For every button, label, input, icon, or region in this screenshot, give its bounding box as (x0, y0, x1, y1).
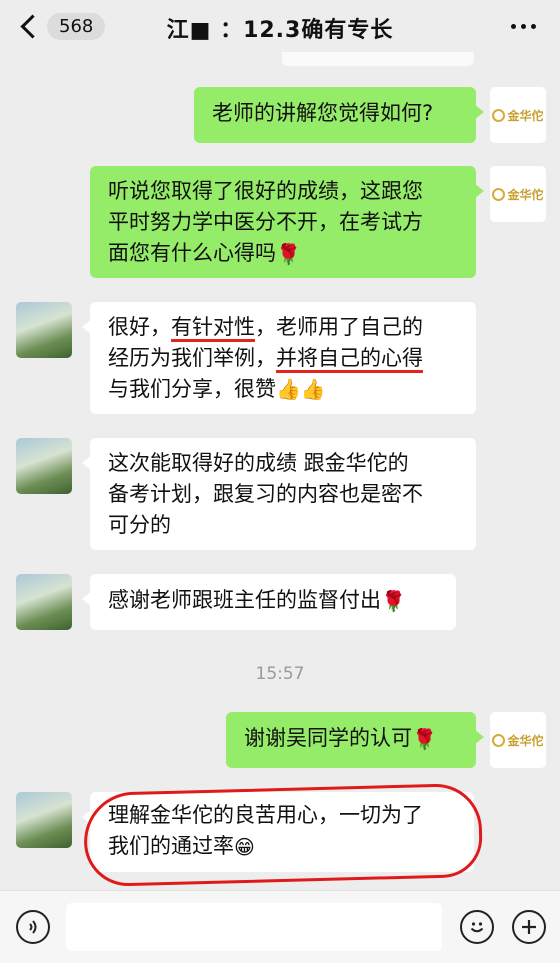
message-line: 听说您取得了很好的成绩，这跟您 (108, 179, 423, 203)
message-line: 与我们分享，很赞 (108, 377, 276, 401)
message-line: 我们的通过率 (108, 834, 234, 858)
teacher-avatar[interactable]: 金华佗 (490, 712, 546, 768)
brand-logo: 金华佗 (492, 107, 544, 124)
message-bubble[interactable]: 谢谢吴同学的认可🌹 (226, 712, 484, 768)
thumbs-up-icon: 👍 (300, 377, 326, 401)
rose-icon: 🌹 (381, 588, 406, 613)
message-text: 感谢老师跟班主任的监督付出 (108, 588, 381, 612)
message-line: 可分的 (108, 513, 171, 537)
previous-message-edge (282, 52, 474, 66)
timestamp: 15:57 (255, 664, 305, 684)
message-bubble[interactable]: 老师的讲解您觉得如何? (194, 87, 484, 143)
message-line: 经历为我们举例，并将自己的心得 (108, 343, 458, 374)
student-avatar[interactable] (16, 438, 72, 494)
underline-annotation: 有针对性 (171, 315, 255, 342)
plus-icon[interactable] (512, 910, 546, 944)
teacher-avatar[interactable]: 金华佗 (490, 166, 546, 222)
more-options-icon[interactable] (511, 24, 536, 29)
chat-title: 江■ ：12.3确有专长 (166, 18, 394, 43)
voice-icon[interactable] (16, 910, 50, 944)
message-line: 理解金华佗的良苦用心，一切为了 (108, 803, 423, 827)
logo-icon (492, 108, 506, 122)
message-line: 这次能取得好的成绩 跟金华佗的 (108, 451, 409, 475)
rose-icon: 🌹 (276, 241, 301, 266)
student-avatar[interactable] (16, 792, 72, 848)
student-avatar[interactable] (16, 574, 72, 630)
brand-logo: 金华佗 (492, 732, 544, 749)
emoji-icon[interactable] (460, 910, 494, 944)
message-bubble[interactable]: 这次能取得好的成绩 跟金华佗的 备考计划，跟复习的内容也是密不 可分的 (82, 438, 476, 550)
message-bubble[interactable]: 听说您取得了很好的成绩，这跟您 平时努力学中医分不开，在考试方 面您有什么心得吗… (90, 166, 484, 278)
input-bar (0, 890, 560, 963)
teacher-avatar[interactable]: 金华佗 (490, 87, 546, 143)
message-text: 老师的讲解您觉得如何? (212, 101, 434, 125)
message-bubble[interactable]: 很好，有针对性，老师用了自己的 经历为我们举例，并将自己的心得 与我们分享，很赞… (82, 302, 476, 414)
grin-icon: 😁 (234, 834, 255, 859)
message-line: 平时努力学中医分不开，在考试方 (108, 210, 423, 234)
logo-icon (492, 187, 506, 201)
logo-icon (492, 733, 506, 747)
message-line: 备考计划，跟复习的内容也是密不 (108, 482, 423, 506)
thumbs-up-icon: 👍 (276, 377, 301, 401)
message-text: 谢谢吴同学的认可 (244, 726, 412, 750)
message-line: 面您有什么心得吗 (108, 241, 276, 265)
student-avatar[interactable] (16, 302, 72, 358)
underline-annotation: 并将自己的心得 (276, 346, 423, 373)
rose-icon: 🌹 (412, 726, 437, 751)
message-line: 很好，有针对性，老师用了自己的 (108, 312, 458, 343)
chat-header: 568 江■ ：12.3确有专长 (0, 0, 560, 54)
message-bubble[interactable]: 感谢老师跟班主任的监督付出🌹 (82, 574, 456, 630)
message-input[interactable] (66, 903, 442, 951)
message-bubble[interactable]: 理解金华佗的良苦用心，一切为了 我们的通过率😁 (82, 792, 474, 872)
brand-logo: 金华佗 (492, 186, 544, 203)
